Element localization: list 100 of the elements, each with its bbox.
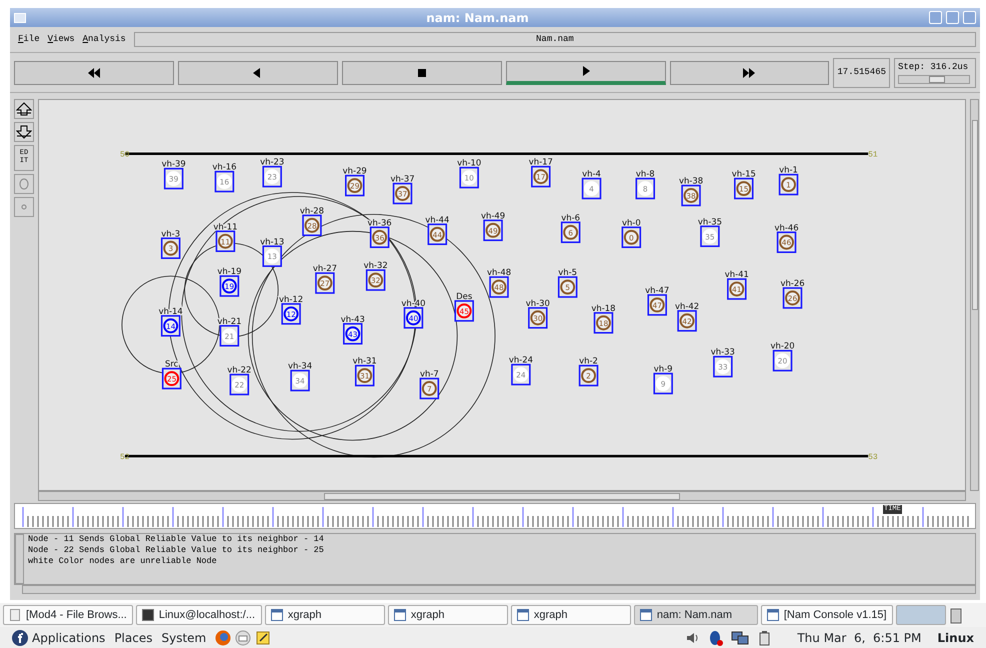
zoom-out-icon [16,125,32,139]
node-label: vh-2 [579,356,598,366]
firefox-icon[interactable] [215,630,232,646]
node-label: vh-16 [212,162,236,172]
node-label: vh-47 [645,285,670,295]
node-label: vh-33 [710,346,735,357]
forward-button[interactable] [670,60,830,84]
taskbar-item[interactable]: xgraph [264,605,385,625]
node-label: vh-10 [457,158,482,168]
vertical-scrollbar[interactable] [970,99,979,491]
panel-menu[interactable]: System [161,628,206,646]
window-icon [394,609,406,621]
step-label: Step: 316.2us [898,61,968,74]
window-title: nam: Nam.nam [426,10,529,24]
maximize-button[interactable] [946,11,959,24]
log-horizontal-scrollbar[interactable] [22,585,976,594]
taskbar-item[interactable]: xgraph [388,605,508,625]
node-label: vh-0 [622,217,641,228]
log-line: Node - 22 Sends Global Reliable Value to its neighbor - 25 [28,545,324,556]
log-scrollbar[interactable] [15,534,24,584]
window-menu-icon[interactable] [14,12,26,22]
zoom-in-button[interactable] [14,99,34,119]
stop-button[interactable] [342,60,502,84]
node-label: vh-32 [364,260,388,270]
node-label: vh-30 [526,298,550,308]
horizontal-scrollbar[interactable] [38,491,966,501]
taskbar-item[interactable]: Linux@localhost:/... [136,605,262,625]
node-label: vh-26 [780,278,805,288]
terminal-icon [142,609,154,621]
node-label: vh-18 [591,302,616,313]
panel-menu[interactable]: Applications [32,628,106,646]
dot-icon [21,204,27,210]
node-label: vh-8 [636,168,655,179]
node-label: vh-13 [260,236,284,246]
taskbar-item[interactable]: xgraph [510,605,631,625]
corner-label: 52 [120,453,130,462]
oval-icon [19,178,29,190]
window-icon [270,609,283,621]
rewind-icon [86,66,102,78]
node-label: vh-5 [558,267,578,278]
window-icon [766,609,779,621]
rewind-button[interactable] [14,60,174,84]
node-label: vh-15 [732,168,756,179]
workspace-switcher[interactable] [896,605,946,625]
menu-item[interactable]: Analysis [78,32,130,46]
network-icon[interactable] [731,630,750,646]
back-button[interactable] [178,60,338,84]
document-icon [9,609,21,621]
node-label: vh-44 [425,214,450,224]
log-line: Node - 11 Sends Global Reliable Value to its neighbor - 14 [28,534,324,545]
node-label: vh-27 [312,263,337,274]
bluetooth-icon[interactable] [709,630,724,646]
node-label: vh-48 [486,267,512,278]
menu-item[interactable]: Views [44,32,79,46]
trash-icon[interactable] [948,606,963,624]
network-canvas[interactable] [38,99,966,491]
scroll-thumb[interactable] [324,493,680,500]
node-label: vh-17 [528,156,553,167]
node-label: vh-19 [217,266,242,276]
zoom-out-button[interactable] [14,122,34,142]
node-label: vh-4 [582,168,601,179]
menu-item[interactable]: File [14,32,44,46]
node-label: Des [456,290,472,301]
node-label: vh-1 [779,164,798,175]
corner-label: 51 [868,150,878,160]
clock[interactable]: Thu Mar 6, 6:51 PM [797,628,922,646]
node-label: vh-46 [774,222,799,232]
corner-label: 53 [868,453,878,462]
node-label: vh-9 [654,364,673,374]
node-label: vh-6 [561,212,580,222]
node-label: vh-31 [352,356,377,366]
taskbar-item[interactable]: nam: Nam.nam [634,605,758,625]
panel-menu[interactable]: Places [114,628,152,646]
user-name[interactable]: Linux [937,628,974,646]
play-button[interactable] [506,60,666,84]
forward-icon [741,66,758,78]
node-label: vh-35 [698,216,722,226]
fedora-logo-icon[interactable] [12,630,28,646]
taskbar-item[interactable]: [Nam Console v1.15] [760,605,893,625]
tool-button[interactable] [14,174,34,194]
zoom-in-icon [16,102,32,116]
node-label: vh-7 [420,368,439,379]
node-label: vh-38 [678,176,704,186]
node-label: vh-43 [340,314,365,324]
tool-button[interactable] [14,197,34,217]
node-label: vh-42 [675,300,700,311]
node-label: vh-37 [390,174,415,184]
taskbar-item[interactable]: [Mod4 - File Brows... [3,605,133,625]
node-label: vh-39 [162,158,186,169]
file-name-label: Nam.nam [134,32,976,47]
node-label: Src [165,358,178,369]
node-label: vh-20 [770,340,795,351]
time-readout: 17.515465 [837,66,886,79]
notepad-icon[interactable] [255,630,272,646]
log-line: white Color nodes are unreliable Node [28,556,218,567]
slider-thumb[interactable] [928,76,945,83]
close-button[interactable] [963,11,976,24]
minimize-button[interactable] [929,11,942,24]
step-slider[interactable] [898,74,970,84]
scroll-thumb[interactable] [972,120,978,310]
